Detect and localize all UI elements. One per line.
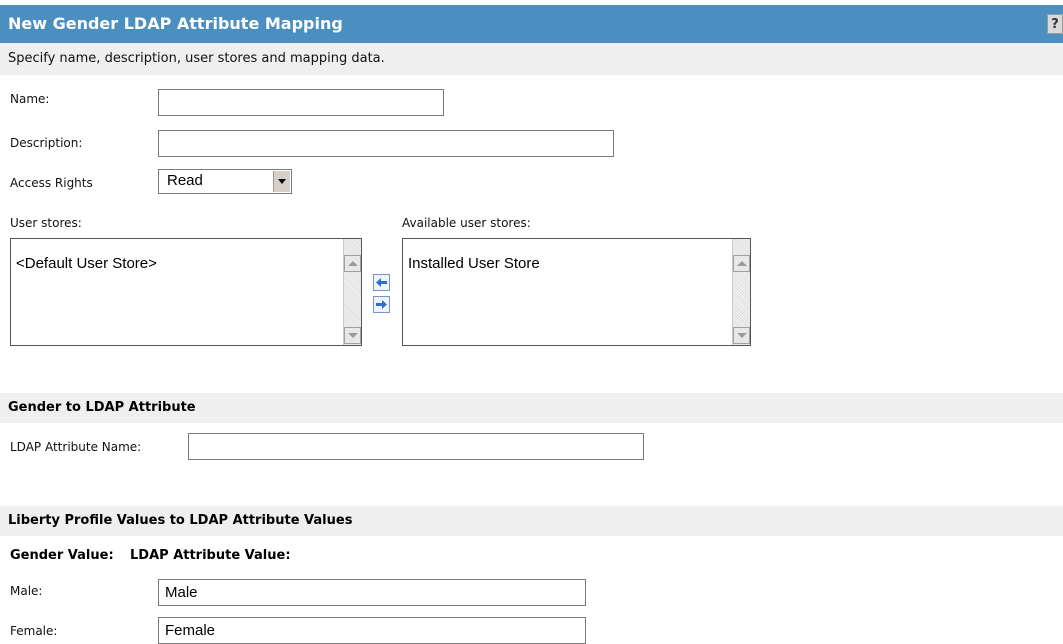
move-left-button[interactable] <box>373 274 390 291</box>
arrow-left-icon <box>376 278 387 287</box>
name-input[interactable] <box>158 89 444 116</box>
list-item[interactable]: Installed User Store <box>408 255 540 272</box>
gender-value-header: Gender Value: <box>10 548 114 563</box>
ldap-attribute-name-label: LDAP Attribute Name: <box>10 440 142 454</box>
scroll-up-icon[interactable] <box>733 255 750 272</box>
scrollbar[interactable] <box>343 239 361 345</box>
scroll-down-icon[interactable] <box>344 327 361 344</box>
move-right-button[interactable] <box>373 296 390 313</box>
name-label: Name: <box>10 92 50 106</box>
help-button[interactable]: ? <box>1047 14 1063 34</box>
male-label: Male: <box>10 584 43 598</box>
male-value-input[interactable] <box>158 579 586 606</box>
access-rights-value: Read <box>167 172 203 189</box>
access-rights-select[interactable]: Read <box>158 169 292 194</box>
page-title: New Gender LDAP Attribute Mapping <box>8 14 343 33</box>
ldap-attribute-value-header: LDAP Attribute Value: <box>130 548 291 563</box>
available-user-stores-label: Available user stores: <box>402 216 531 230</box>
list-item[interactable]: <Default User Store> <box>16 255 157 272</box>
scrollbar[interactable] <box>732 239 750 345</box>
scroll-up-icon[interactable] <box>344 255 361 272</box>
section-header-profile-values: Liberty Profile Values to LDAP Attribute… <box>0 506 1063 536</box>
ldap-attribute-name-input[interactable] <box>188 433 644 460</box>
chevron-down-icon[interactable] <box>273 171 290 192</box>
subtitle-bar: Specify name, description, user stores a… <box>0 43 1063 75</box>
female-value-input[interactable] <box>158 617 586 644</box>
user-stores-list[interactable]: <Default User Store> <box>10 238 362 346</box>
title-bar: New Gender LDAP Attribute Mapping ? <box>0 5 1063 43</box>
female-label: Female: <box>10 624 58 638</box>
access-rights-label: Access Rights <box>10 176 93 190</box>
description-label: Description: <box>10 136 83 150</box>
user-stores-label: User stores: <box>10 216 82 230</box>
page-subtitle: Specify name, description, user stores a… <box>8 51 385 66</box>
section-header-ldap-attribute: Gender to LDAP Attribute <box>0 393 1063 423</box>
description-input[interactable] <box>158 130 614 157</box>
scroll-down-icon[interactable] <box>733 327 750 344</box>
available-user-stores-list[interactable]: Installed User Store <box>402 238 751 346</box>
arrow-right-icon <box>376 300 387 309</box>
section-title: Liberty Profile Values to LDAP Attribute… <box>8 513 353 528</box>
section-title: Gender to LDAP Attribute <box>8 400 196 415</box>
